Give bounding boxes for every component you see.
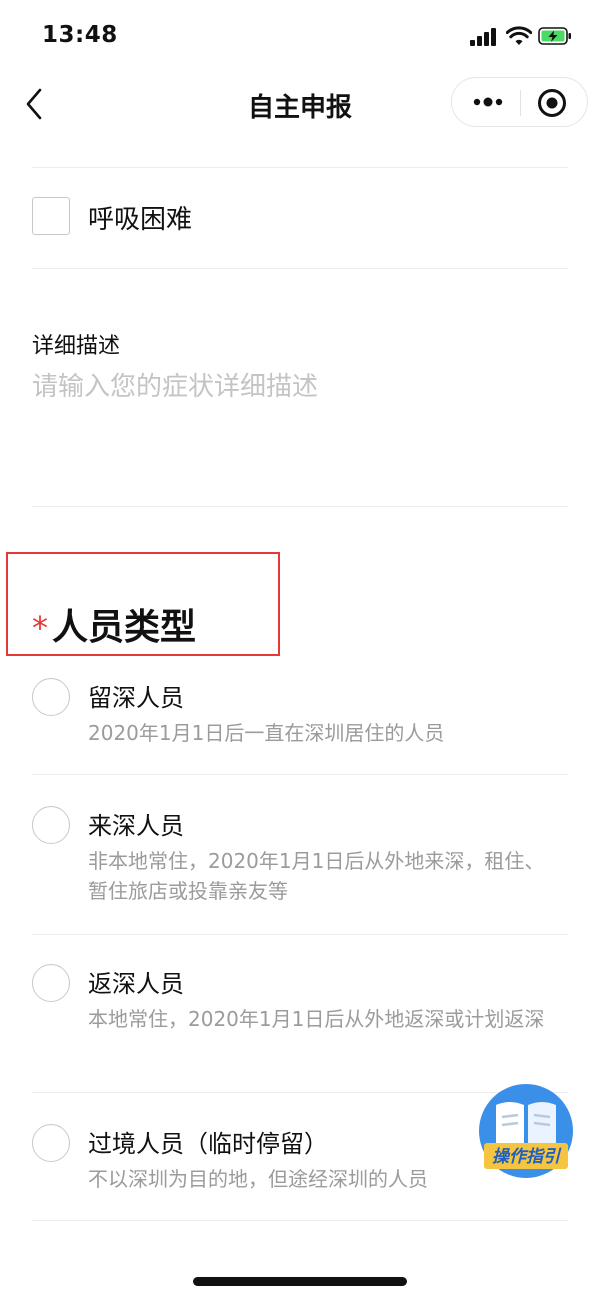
capsule-divider [520,90,521,116]
operation-guide-button[interactable]: 操作指引 [478,1083,574,1179]
radio-button[interactable] [32,678,70,716]
person-type-option[interactable]: 来深人员 非本地常住，2020年1月1日后从外地来深，租住、暂住旅店或投靠亲友等 [32,806,568,916]
breathing-difficulty-checkbox[interactable] [32,197,70,235]
option-title: 过境人员（临时停留） [88,1130,328,1158]
battery-charging-icon [538,27,571,45]
mini-program-capsule [451,77,588,127]
person-type-title: 人员类型 [52,607,197,648]
close-mini-program-icon[interactable] [536,87,568,119]
navigation-bar: 自主申报 [0,72,600,136]
divider [32,1220,568,1221]
option-description: 2020年1月1日后一直在深圳居住的人员 [88,721,445,745]
divider [32,167,568,168]
divider [32,268,568,269]
status-bar: 13:48 [0,0,600,70]
divider [32,506,568,507]
option-description: 非本地常住，2020年1月1日后从外地来深，租住、暂住旅店或投靠亲友等 [88,849,545,903]
cellular-signal-icon [470,28,498,46]
more-icon[interactable] [470,89,506,115]
option-description: 本地常住，2020年1月1日后从外地返深或计划返深 [88,1007,545,1031]
operation-guide-label: 操作指引 [492,1147,562,1167]
divider [32,774,568,775]
status-time: 13:48 [42,22,118,48]
option-title: 返深人员 [88,970,184,998]
option-title: 留深人员 [88,684,184,712]
divider [32,934,568,935]
radio-button[interactable] [32,806,70,844]
wifi-icon [506,26,532,45]
symptom-breathing-difficulty[interactable]: 呼吸困难 [32,197,568,237]
person-type-heading: * 人员类型 [32,598,196,650]
person-type-option[interactable]: 返深人员 本地常住，2020年1月1日后从外地返深或计划返深 [32,964,568,1074]
option-title: 来深人员 [88,812,184,840]
description-label: 详细描述 [32,334,121,359]
required-mark: * [32,609,48,647]
breathing-difficulty-label: 呼吸困难 [88,205,193,235]
person-type-option[interactable]: 留深人员 2020年1月1日后一直在深圳居住的人员 [32,678,568,758]
radio-button[interactable] [32,964,70,1002]
description-input[interactable] [32,366,568,496]
radio-button[interactable] [32,1124,70,1162]
home-indicator [193,1277,407,1286]
